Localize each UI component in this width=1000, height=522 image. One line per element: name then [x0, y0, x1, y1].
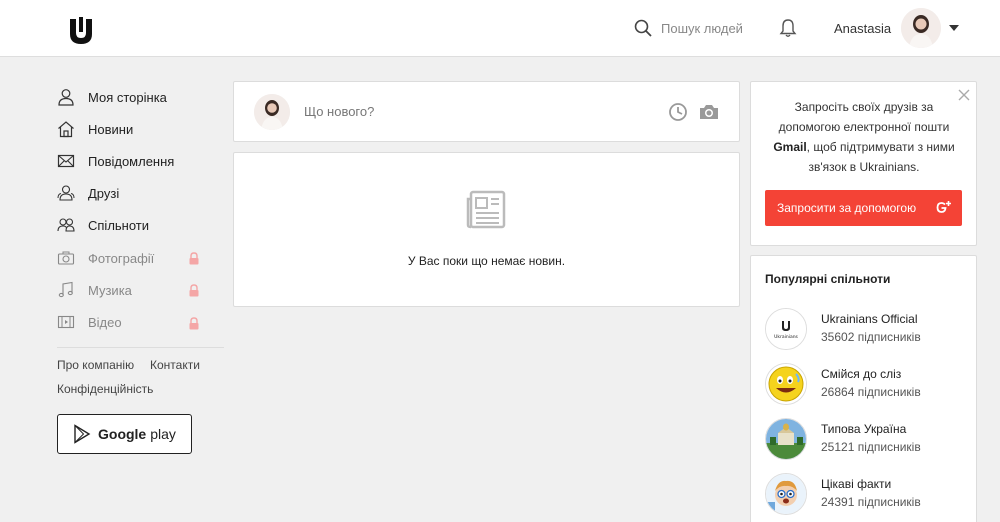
search-input[interactable]: Пошук людей [661, 21, 743, 36]
user-icon [58, 89, 74, 106]
community-name: Типова Україна [821, 422, 907, 436]
sidebar-item-news[interactable]: Новини [57, 118, 133, 140]
sidebar-item-messages[interactable]: Повідомлення [57, 150, 174, 172]
about-link[interactable]: Про компанію [57, 358, 134, 372]
popular-communities: Популярні спільноти Ukrainians Ukrainian… [750, 255, 977, 522]
newspaper-icon [466, 190, 506, 229]
sidebar-item-friends[interactable]: Друзі [57, 182, 119, 204]
news-feed: У Вас поки що немає новин. [233, 152, 740, 307]
invite-button-label: Запросити за допомогою [777, 201, 917, 215]
community-name: Смійся до сліз [821, 367, 902, 381]
community-item[interactable]: Смійся до сліз 26864 підписників [765, 363, 965, 407]
sidebar-item-music[interactable]: Музика [57, 279, 132, 301]
gmail-label: Gmail [773, 140, 807, 154]
friends-icon [57, 185, 75, 201]
invite-google-button[interactable]: Запросити за допомогою [765, 190, 962, 226]
communities-icon [57, 218, 75, 232]
community-name: Цікаві факти [821, 477, 892, 491]
sidebar-item-label: Фотографії [88, 250, 155, 266]
post-input[interactable]: Що нового? [304, 104, 374, 119]
sidebar-item-label: Моя сторінка [88, 89, 167, 105]
play-store-icon [74, 424, 91, 444]
camera-icon [57, 251, 75, 265]
google-play-button[interactable]: Google play [57, 414, 192, 454]
community-subscribers: 26864 підписників [821, 385, 921, 399]
clock-icon[interactable] [668, 102, 688, 122]
bell-icon[interactable] [779, 18, 797, 38]
sidebar-item-photos[interactable]: Фотографії [57, 247, 154, 269]
sidebar-item-label: Новини [88, 121, 134, 137]
music-icon [58, 281, 73, 298]
top-header: Пошук людей Anastasia [0, 0, 1000, 57]
news-empty-message: У Вас поки що немає новин. [407, 254, 566, 268]
invite-message: Запросіть своїх друзів за допомогою елек… [773, 100, 955, 174]
user-name[interactable]: Anastasia [834, 21, 891, 36]
search-icon[interactable] [634, 19, 652, 37]
community-subscribers: 35602 підписників [821, 330, 921, 344]
community-subscribers: 25121 підписників [821, 440, 921, 454]
lock-icon [189, 252, 199, 265]
sidebar-item-label: Музика [88, 282, 132, 298]
invite-card: Запросіть своїх друзів за допомогою елек… [750, 81, 977, 246]
community-item[interactable]: Типова Україна 25121 підписників [765, 418, 965, 462]
communities-title: Популярні спільноти [765, 272, 891, 286]
sidebar-item-label: Друзі [88, 185, 120, 201]
post-author-avatar [254, 94, 290, 130]
sidebar-divider [57, 347, 224, 348]
lock-icon [189, 284, 199, 297]
google-play-brand: Google [98, 426, 147, 442]
google-plus-icon [936, 201, 951, 213]
google-play-word: play [150, 426, 176, 442]
camera-icon[interactable] [698, 102, 720, 122]
community-avatar: Ukrainians [765, 308, 807, 350]
community-name: Ukrainians Official [821, 312, 918, 326]
contacts-link[interactable]: Контакти [150, 358, 200, 372]
user-avatar[interactable] [901, 8, 941, 48]
home-icon [58, 121, 74, 138]
lock-icon [189, 317, 199, 330]
new-post-box: Що нового? [233, 81, 740, 142]
video-icon [57, 315, 75, 329]
community-avatar [765, 473, 807, 515]
privacy-link[interactable]: Конфіденційність [57, 382, 153, 396]
community-item[interactable]: Ukrainians Ukrainians Official 35602 під… [765, 308, 965, 352]
community-item[interactable]: Цікаві факти 24391 підписників [765, 473, 965, 517]
community-avatar [765, 363, 807, 405]
sidebar-item-video[interactable]: Відео [57, 311, 122, 333]
mail-icon [57, 154, 75, 168]
sidebar-item-communities[interactable]: Спільноти [57, 214, 149, 236]
site-logo[interactable] [66, 15, 96, 45]
community-logo-text: Ukrainians [774, 334, 798, 340]
sidebar-item-label: Спільноти [88, 217, 150, 233]
community-avatar [765, 418, 807, 460]
sidebar-item-label: Повідомлення [88, 153, 175, 169]
community-subscribers: 24391 підписників [821, 495, 921, 509]
sidebar-item-label: Відео [88, 314, 122, 330]
sidebar-item-my-page[interactable]: Моя сторінка [57, 86, 167, 108]
chevron-down-icon[interactable] [949, 25, 959, 31]
